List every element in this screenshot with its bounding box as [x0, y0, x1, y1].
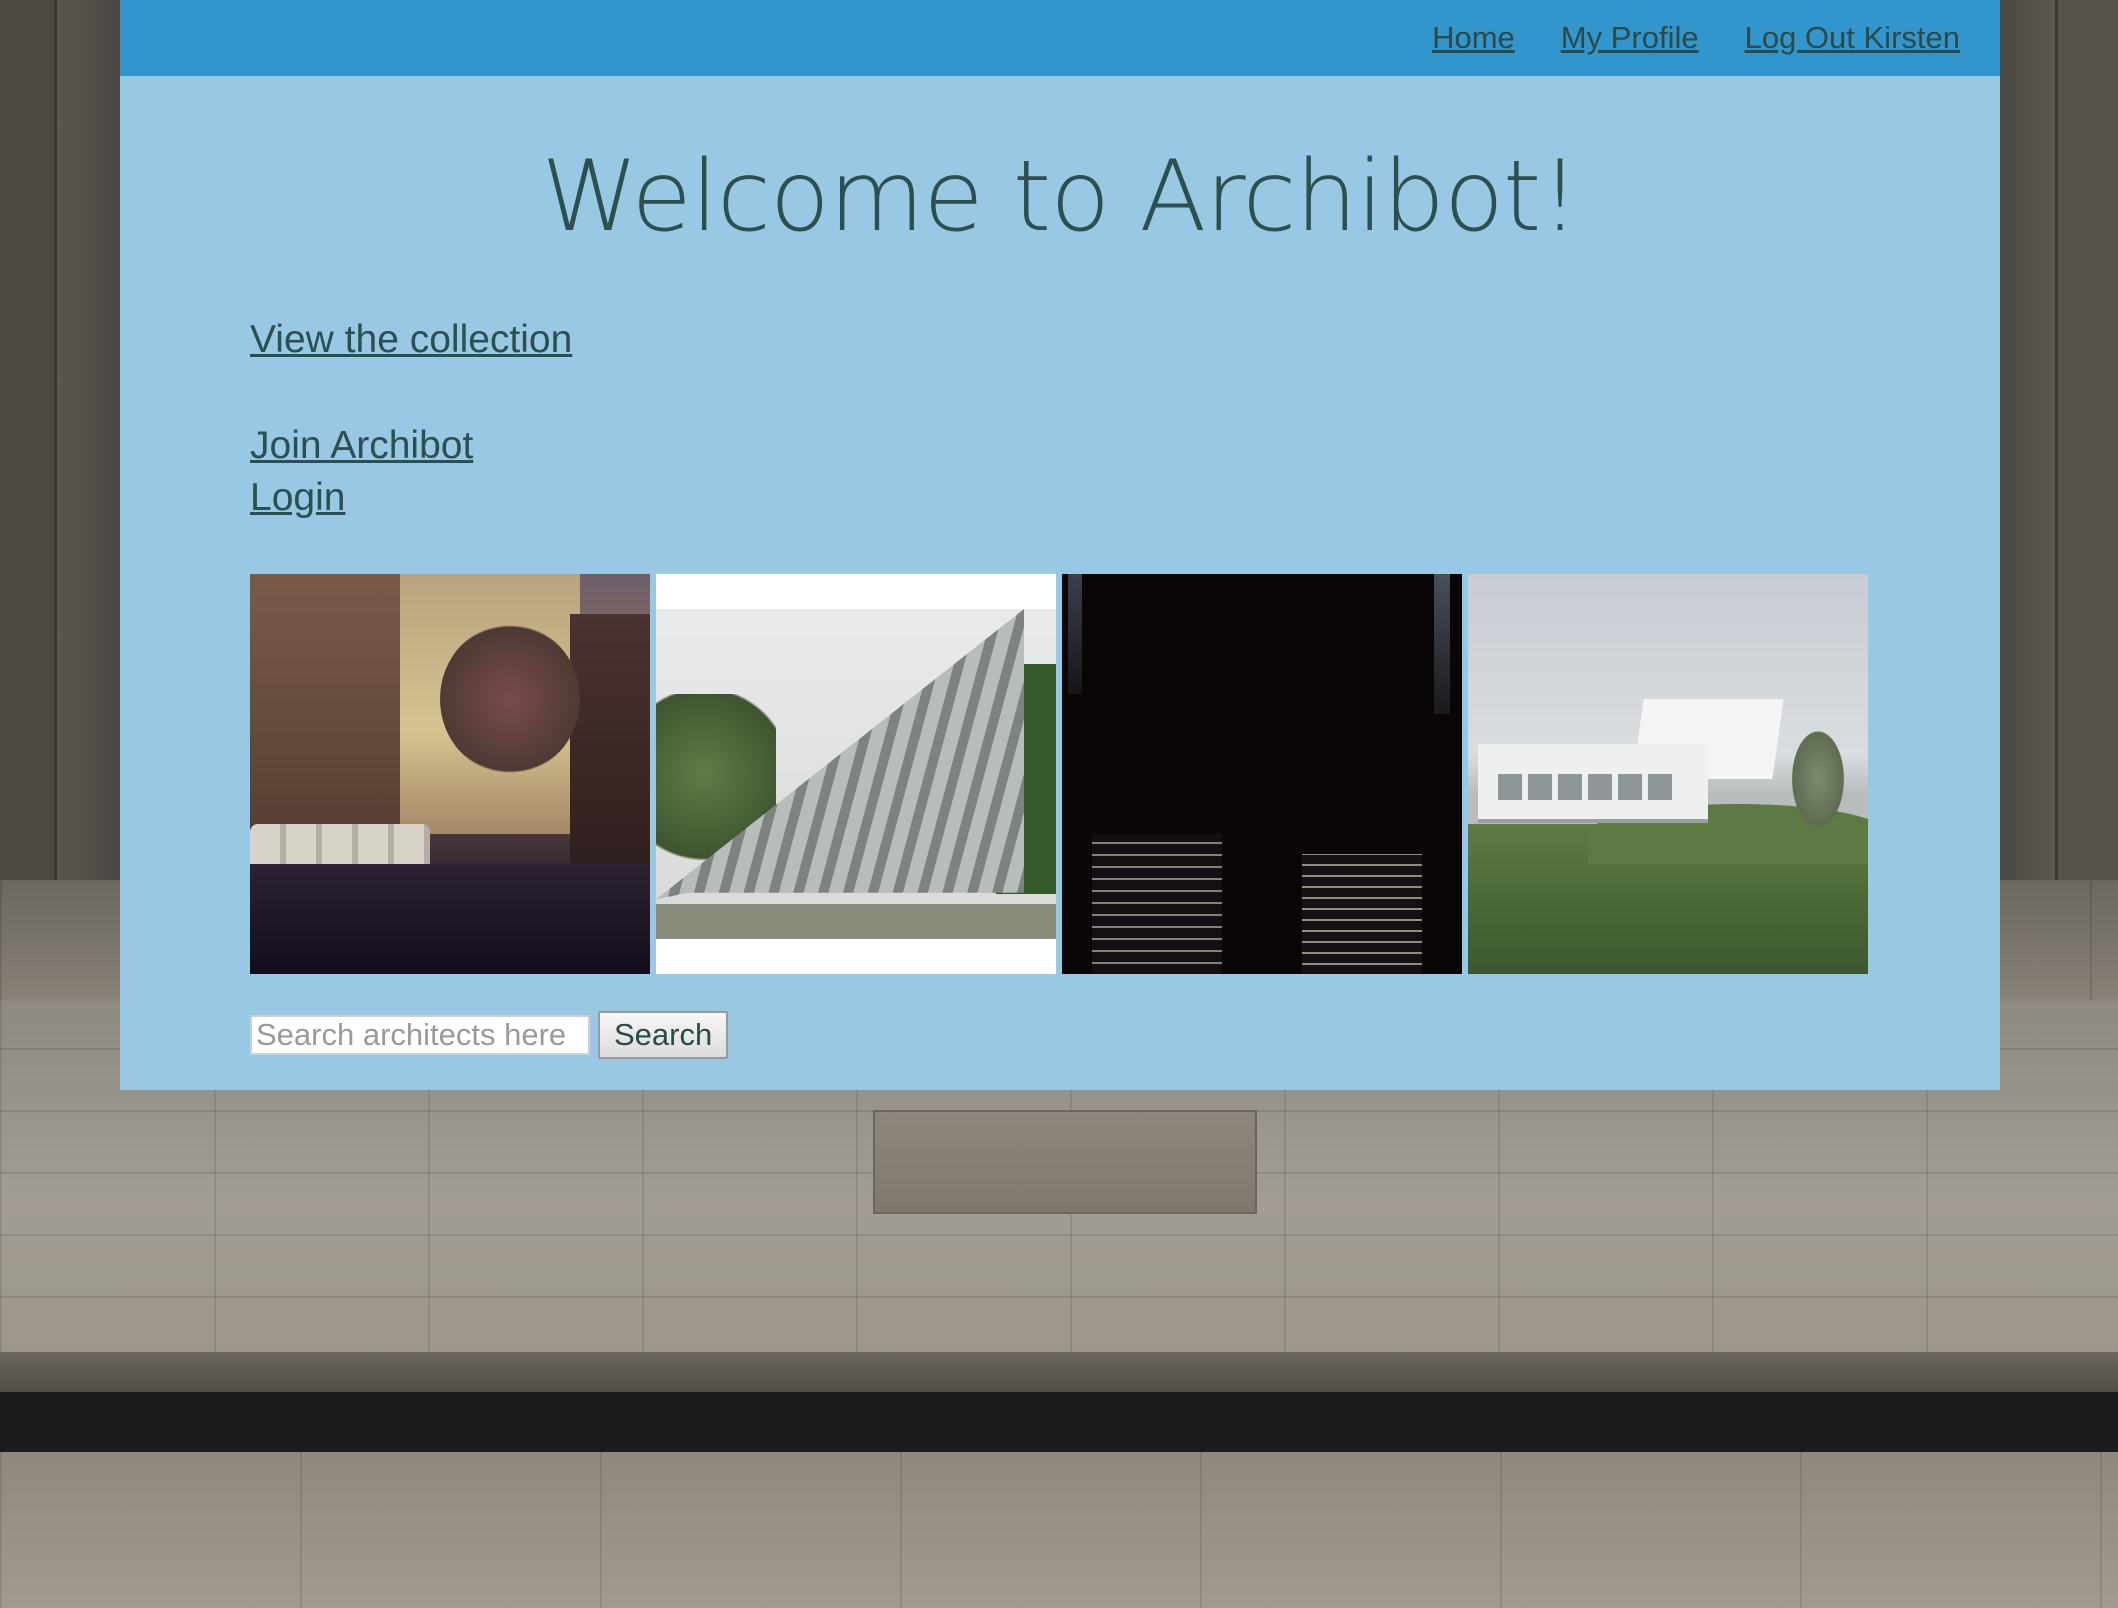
- gallery-photo-monument[interactable]: [656, 574, 1056, 974]
- gallery-photo-modern-house[interactable]: [1468, 574, 1868, 974]
- gallery-photo-street[interactable]: [250, 574, 650, 974]
- page-title: Welcome to Archibot!: [541, 140, 1579, 254]
- view-collection-link[interactable]: View the collection: [250, 318, 572, 362]
- main-panel: Home My Profile Log Out Kirsten Welcome …: [120, 0, 2000, 1090]
- search-form: Search: [250, 1011, 729, 1059]
- main-links: View the collection Join Archibot Login: [250, 318, 572, 520]
- nav-my-profile-link[interactable]: My Profile: [1561, 20, 1699, 56]
- login-link[interactable]: Login: [250, 476, 572, 520]
- nav-links: Home My Profile Log Out Kirsten: [1432, 0, 1960, 76]
- photo-gallery: [250, 574, 1868, 974]
- background-column-right: [2055, 0, 2118, 930]
- join-link[interactable]: Join Archibot: [250, 424, 572, 468]
- background-step-shadow: [0, 1392, 2118, 1452]
- background-pedestal: [873, 1110, 1257, 1214]
- background-step-edge: [0, 1352, 2118, 1392]
- top-navbar: Home My Profile Log Out Kirsten: [120, 0, 2000, 76]
- search-input[interactable]: [250, 1015, 590, 1055]
- nav-home-link[interactable]: Home: [1432, 20, 1515, 56]
- search-button[interactable]: Search: [598, 1011, 729, 1059]
- gallery-photo-night-towers[interactable]: [1062, 574, 1462, 974]
- background-column-left: [0, 0, 57, 930]
- nav-logout-link[interactable]: Log Out Kirsten: [1745, 20, 1960, 56]
- background-floor-lower: [0, 1452, 2118, 1608]
